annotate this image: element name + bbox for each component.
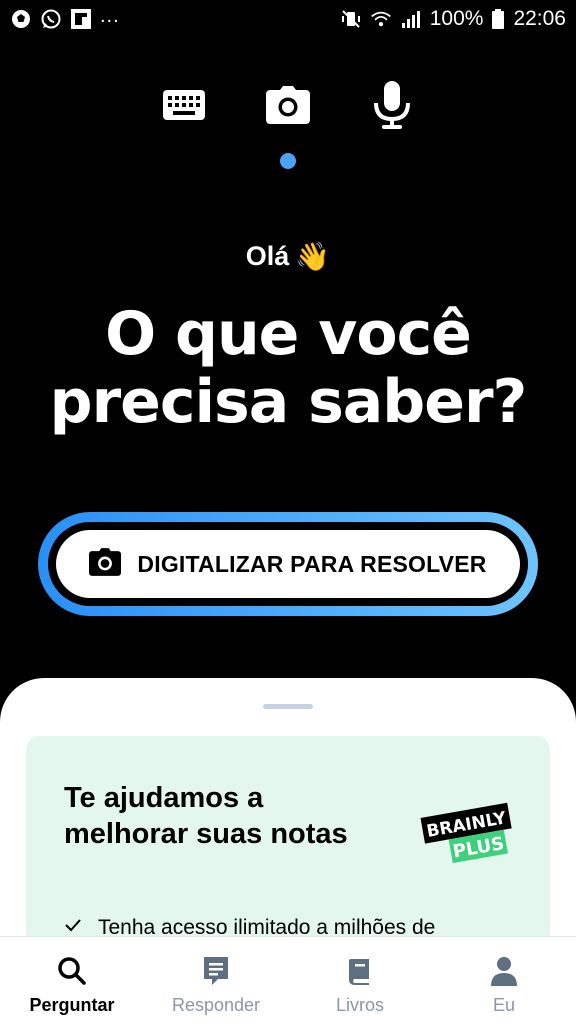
wifi-icon xyxy=(370,8,392,30)
bottom-sheet[interactable]: Te ajudamos a melhorar suas notas BRAINL… xyxy=(0,678,576,978)
brainly-plus-logo: BRAINLY PLUS xyxy=(418,802,518,871)
sheet-drag-handle[interactable] xyxy=(263,704,313,709)
greeting-text: Olá xyxy=(245,241,290,271)
whatsapp-icon xyxy=(40,8,62,30)
nav-label: Perguntar xyxy=(29,995,115,1015)
status-bar-system: 100% 22:06 xyxy=(340,7,566,31)
nav-label: Livros xyxy=(335,995,384,1015)
signal-icon xyxy=(400,8,422,30)
vibrate-mute-icon xyxy=(340,8,362,30)
scan-button-label: DIGITALIZAR PARA RESOLVER xyxy=(137,550,487,577)
notification-overflow: ... xyxy=(100,4,120,27)
nav-item-livros[interactable]: Livros xyxy=(288,937,432,1024)
profile-icon xyxy=(488,955,520,987)
headline-line-1: O que você xyxy=(105,299,472,369)
search-icon xyxy=(56,955,88,987)
scan-button-glow: DIGITALIZAR PARA RESOLVER xyxy=(38,512,538,616)
headline-line-2: precisa saber? xyxy=(49,367,528,437)
camera-icon xyxy=(266,85,310,129)
status-bar-notifications: ... xyxy=(10,4,120,30)
status-bar: ... 100% 22:06 xyxy=(0,0,576,38)
waving-hand-emoji: 👋 xyxy=(295,241,331,272)
battery-icon xyxy=(491,8,505,30)
promo-title: Te ajudamos a melhorar suas notas xyxy=(64,782,348,850)
keyboard-icon xyxy=(162,89,206,126)
camera-icon xyxy=(89,547,122,581)
clock: 22:06 xyxy=(513,7,566,30)
microphone-icon xyxy=(372,80,412,134)
nav-item-perguntar[interactable]: Perguntar xyxy=(0,937,144,1024)
bottom-navigation: Perguntar Responder Livros Eu xyxy=(0,936,576,1024)
input-mode-selector xyxy=(0,80,576,130)
selected-mode-indicator xyxy=(280,153,296,169)
camera-mode-button[interactable] xyxy=(265,84,311,130)
chat-icon xyxy=(200,955,232,987)
page-headline: O que você precisa saber? xyxy=(0,300,576,436)
keyboard-mode-button[interactable] xyxy=(161,84,207,130)
greeting: Olá 👋 xyxy=(0,240,576,273)
soccer-ball-icon xyxy=(10,8,32,30)
nav-label: Eu xyxy=(492,995,516,1015)
nav-item-responder[interactable]: Responder xyxy=(144,937,288,1024)
flipboard-icon xyxy=(70,8,92,30)
battery-percent: 100% xyxy=(429,7,484,30)
scan-to-solve-button[interactable]: DIGITALIZAR PARA RESOLVER xyxy=(56,530,520,598)
microphone-mode-button[interactable] xyxy=(369,80,415,130)
book-icon xyxy=(344,955,376,987)
nav-item-eu[interactable]: Eu xyxy=(432,937,576,1024)
nav-label: Responder xyxy=(171,995,261,1015)
